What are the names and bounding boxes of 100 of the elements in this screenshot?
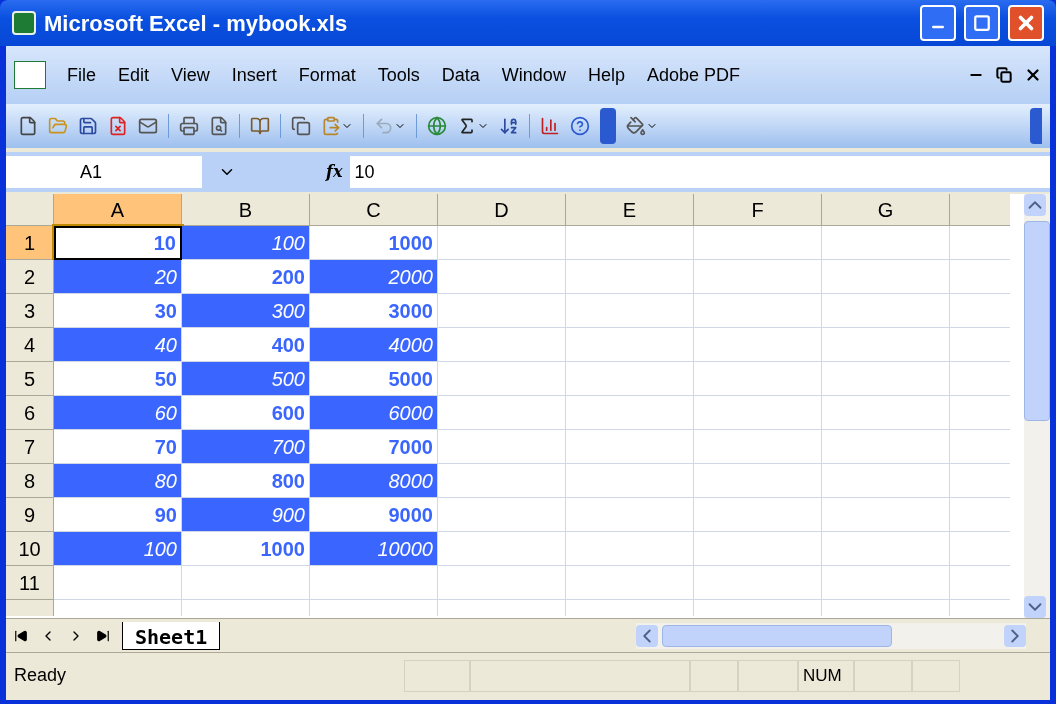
scroll-down-icon[interactable]	[1024, 596, 1046, 618]
name-box[interactable]: A1	[6, 156, 202, 188]
table-cell[interactable]	[694, 362, 822, 396]
table-cell[interactable]: 400	[182, 328, 310, 362]
table-cell[interactable]	[566, 498, 694, 532]
table-cell[interactable]	[438, 430, 566, 464]
last-sheet-icon[interactable]	[96, 628, 110, 643]
table-cell[interactable]	[822, 362, 950, 396]
table-cell[interactable]	[566, 430, 694, 464]
menu-item[interactable]: Edit	[109, 61, 159, 89]
table-cell[interactable]: 1000	[182, 532, 310, 566]
table-cell[interactable]: 10000	[310, 532, 438, 566]
sort-ascending-icon[interactable]	[499, 116, 519, 136]
column-header[interactable]: D	[438, 194, 566, 226]
column-header[interactable]: A	[54, 194, 182, 226]
row-header[interactable]: 11	[6, 566, 54, 600]
function-label[interactable]: fx	[326, 160, 343, 184]
menu-item[interactable]: View	[162, 61, 219, 89]
table-cell[interactable]: 100	[182, 226, 310, 260]
table-cell[interactable]	[694, 328, 822, 362]
table-cell[interactable]	[694, 260, 822, 294]
scroll-left-icon[interactable]	[636, 624, 658, 647]
table-cell[interactable]: 20	[54, 260, 182, 294]
chart-icon[interactable]	[540, 116, 560, 136]
column-header[interactable]: G	[822, 194, 950, 226]
vertical-scrollbar[interactable]	[1024, 194, 1050, 618]
table-cell[interactable]: 8000	[310, 464, 438, 498]
table-cell[interactable]: 2000	[310, 260, 438, 294]
hyperlink-icon[interactable]	[427, 116, 447, 136]
table-cell[interactable]: 800	[182, 464, 310, 498]
scroll-thumb[interactable]	[662, 624, 892, 647]
table-cell[interactable]	[438, 294, 566, 328]
close-icon[interactable]	[1024, 66, 1042, 84]
print-icon[interactable]	[179, 116, 199, 136]
table-cell[interactable]	[438, 260, 566, 294]
table-cell[interactable]: 100	[54, 532, 182, 566]
new-file-icon[interactable]	[18, 116, 38, 136]
table-cell[interactable]	[438, 328, 566, 362]
column-header[interactable]: C	[310, 194, 438, 226]
horizontal-scrollbar[interactable]	[636, 622, 1026, 649]
undo-icon[interactable]	[374, 116, 394, 136]
menu-item[interactable]: Help	[578, 61, 634, 89]
help-icon[interactable]	[570, 116, 590, 136]
table-cell[interactable]	[822, 396, 950, 430]
copy-icon[interactable]	[291, 116, 311, 136]
table-cell[interactable]: 10	[54, 226, 182, 260]
table-cell[interactable]	[310, 566, 438, 600]
maximize-button[interactable]	[964, 5, 1000, 41]
table-cell[interactable]: 1000	[310, 226, 438, 260]
toolbar-overflow-icon[interactable]	[1030, 108, 1042, 144]
table-cell[interactable]	[822, 226, 950, 260]
table-cell[interactable]: 200	[182, 260, 310, 294]
fill-color-icon[interactable]	[626, 116, 646, 136]
table-cell[interactable]: 5000	[310, 362, 438, 396]
table-cell[interactable]: 70	[54, 430, 182, 464]
table-cell[interactable]: 7000	[310, 430, 438, 464]
table-cell[interactable]	[438, 226, 566, 260]
column-header[interactable]	[950, 194, 1010, 226]
table-cell[interactable]	[438, 498, 566, 532]
table-cell[interactable]	[822, 328, 950, 362]
save-icon[interactable]	[78, 116, 98, 136]
permission-icon[interactable]	[108, 116, 128, 136]
table-cell[interactable]: 4000	[310, 328, 438, 362]
table-cell[interactable]	[822, 260, 950, 294]
table-cell[interactable]	[822, 464, 950, 498]
row-header[interactable]: 10	[6, 532, 54, 566]
table-cell[interactable]	[694, 566, 822, 600]
table-cell[interactable]	[438, 362, 566, 396]
close-button[interactable]	[1008, 5, 1044, 41]
table-cell[interactable]	[566, 328, 694, 362]
print-preview-icon[interactable]	[209, 116, 229, 136]
row-header[interactable]: 8	[6, 464, 54, 498]
table-cell[interactable]	[822, 498, 950, 532]
restore-icon[interactable]	[996, 67, 1012, 83]
mail-icon[interactable]	[138, 116, 158, 136]
row-header[interactable]: 4	[6, 328, 54, 362]
table-cell[interactable]	[694, 430, 822, 464]
column-header[interactable]: B	[182, 194, 310, 226]
first-sheet-icon[interactable]	[14, 628, 28, 643]
table-cell[interactable]	[54, 566, 182, 600]
scroll-right-icon[interactable]	[1004, 624, 1026, 647]
row-header[interactable]	[6, 600, 54, 616]
open-folder-icon[interactable]	[48, 116, 68, 136]
table-cell[interactable]	[822, 566, 950, 600]
table-cell[interactable]: 500	[182, 362, 310, 396]
table-cell[interactable]	[182, 566, 310, 600]
table-cell[interactable]	[566, 464, 694, 498]
table-cell[interactable]	[566, 532, 694, 566]
table-cell[interactable]	[566, 396, 694, 430]
table-cell[interactable]	[822, 430, 950, 464]
menu-item[interactable]: Adobe PDF	[637, 61, 749, 89]
scroll-thumb[interactable]	[1024, 221, 1050, 421]
research-icon[interactable]	[250, 116, 270, 136]
row-header[interactable]: 1	[6, 226, 54, 260]
table-cell[interactable]	[438, 396, 566, 430]
table-cell[interactable]: 90	[54, 498, 182, 532]
sheet-tab[interactable]: Sheet1	[122, 621, 221, 650]
table-cell[interactable]	[694, 498, 822, 532]
row-header[interactable]: 3	[6, 294, 54, 328]
menu-item[interactable]: Data	[432, 61, 489, 89]
